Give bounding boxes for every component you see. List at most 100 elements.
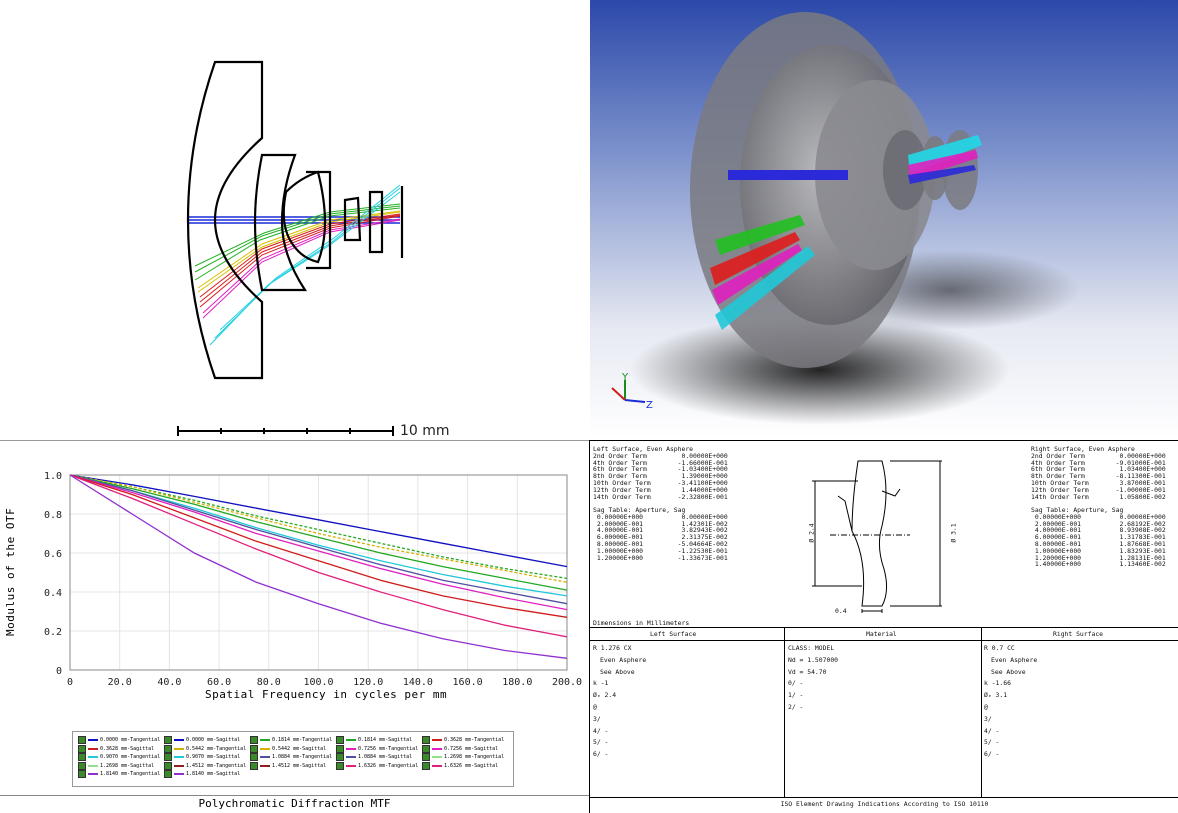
checkbox-icon[interactable] — [250, 736, 258, 744]
x-tick-label: 160.0 — [453, 677, 483, 688]
x-tick-label: 100.0 — [303, 677, 333, 688]
legend-item[interactable]: 1.0884 mm-Tangential — [250, 753, 332, 761]
legend-item[interactable]: 0.7256 mm-Sagittal — [422, 744, 498, 753]
ray-axial-3d — [728, 170, 848, 180]
checkbox-icon[interactable] — [422, 753, 430, 761]
iso-drawing-panel: Left Surface, Even Asphere 2nd Order Ter… — [589, 440, 1178, 813]
checkbox-icon[interactable] — [336, 761, 344, 770]
checkbox-icon[interactable] — [78, 736, 86, 744]
legend-item[interactable]: 1.6326 mm-Tangential — [336, 761, 419, 770]
checkbox-icon[interactable] — [78, 744, 86, 753]
legend-item[interactable]: 0.0000 mm-Tangential — [78, 736, 160, 744]
legend-swatch — [260, 756, 270, 758]
checkbox-icon[interactable] — [422, 744, 430, 753]
checkbox-icon[interactable] — [164, 753, 172, 761]
shaded-model-panel[interactable]: Y Z — [590, 0, 1178, 437]
col-right-surface: Right Surface — [1053, 630, 1104, 638]
y-tick-label: 0.4 — [44, 588, 62, 599]
y-tick-label: 1.0 — [44, 471, 62, 482]
spec-row: 0/ - — [788, 679, 804, 688]
spec-row: 4/ - — [984, 726, 1000, 735]
checkbox-icon[interactable] — [164, 761, 172, 770]
spec-row: @ — [984, 703, 988, 711]
legend-label: 0.0000 mm-Tangential — [100, 737, 161, 743]
spec-row: 1/ - — [788, 691, 804, 700]
checkbox-icon[interactable] — [78, 761, 86, 770]
legend-item[interactable]: 0.1814 mm-Sagittal — [336, 736, 412, 744]
spec-row: k -1 — [593, 679, 609, 688]
legend-item[interactable]: 0.5442 mm-Tangential — [164, 744, 247, 753]
legend-item[interactable]: 0.1814 mm-Tangential — [250, 736, 332, 744]
legend-item[interactable]: 1.8140 mm-Sagittal — [164, 770, 240, 778]
legend-swatch — [260, 747, 270, 750]
checkbox-icon[interactable] — [422, 761, 430, 770]
x-tick-label: 60.0 — [207, 677, 231, 688]
x-tick-label: 120.0 — [353, 677, 383, 688]
legend-item[interactable]: 0.3628 mm-Tangential — [422, 736, 504, 744]
legend-label: 0.9070 mm-Tangential — [100, 754, 161, 760]
spec-row: 3/ — [984, 714, 992, 723]
checkbox-icon[interactable] — [164, 736, 172, 744]
legend-item[interactable]: 0.5442 mm-Sagittal — [250, 744, 326, 753]
spec-row: k -1.66 — [984, 679, 1011, 688]
mtf-y-axis-label: Modulus of the OTF — [4, 507, 17, 636]
checkbox-icon[interactable] — [78, 753, 86, 761]
shaded-model-view[interactable]: Y Z — [590, 0, 1178, 437]
legend-item[interactable]: 1.6326 mm-Sagittal — [422, 761, 498, 770]
legend-item[interactable]: 0.9070 mm-Sagittal — [164, 753, 240, 761]
legend-label: 0.3628 mm-Sagittal — [100, 745, 155, 752]
spec-row: R 0.7 CC — [984, 644, 1015, 652]
legend-swatch — [432, 764, 442, 767]
thickness-label: 0.4 — [835, 607, 847, 615]
checkbox-icon[interactable] — [164, 744, 172, 753]
checkbox-icon[interactable] — [336, 744, 344, 753]
spec-row: See Above — [600, 667, 635, 676]
spec-row: 6/ - — [984, 750, 1000, 759]
legend-item[interactable]: 1.4512 mm-Sagittal — [250, 761, 327, 770]
legend-item[interactable]: 0.7256 mm-Tangential — [336, 744, 418, 753]
checkbox-icon[interactable] — [164, 770, 172, 778]
spec-row: 6/ - — [593, 750, 609, 759]
legend-swatch — [346, 764, 356, 767]
legend-label: 0.0000 mm-Sagittal — [186, 737, 241, 743]
spec-row: CLASS: MODEL — [788, 644, 835, 652]
mtf-legend: 0.0000 mm-Tangential 0.0000 mm-Sagittal 0.… — [72, 731, 514, 787]
legend-swatch — [432, 747, 442, 750]
checkbox-icon[interactable] — [336, 753, 344, 761]
legend-label: 0.1814 mm-Sagittal — [358, 737, 413, 743]
y-tick-label: 0.8 — [44, 510, 62, 521]
axis-y-label: Y — [621, 372, 629, 383]
legend-swatch — [88, 764, 98, 767]
y-tick-label: 0.6 — [44, 549, 62, 560]
legend-swatch — [346, 747, 356, 750]
spec-row: 5/ - — [593, 738, 609, 747]
checkbox-icon[interactable] — [250, 744, 258, 753]
legend-item[interactable]: 1.4512 mm-Tangential — [164, 761, 247, 770]
legend-label: 1.4512 mm-Sagittal — [272, 762, 327, 769]
checkbox-icon[interactable] — [250, 753, 258, 761]
x-tick-label: 200.0 — [552, 677, 582, 688]
legend-item[interactable]: 1.2698 mm-Tangential — [422, 753, 504, 761]
checkbox-icon[interactable] — [250, 761, 258, 770]
spec-row: Øₑ 2.4 — [593, 691, 617, 700]
legend-item[interactable]: 0.9070 mm-Tangential — [78, 753, 160, 761]
spec-row: R 1.276 CX — [593, 644, 632, 652]
legend-item[interactable]: 0.0000 mm-Sagittal — [164, 736, 240, 744]
legend-label: 0.5442 mm-Tangential — [186, 745, 247, 752]
y-tick-label: 0 — [56, 666, 62, 677]
checkbox-icon[interactable] — [336, 736, 344, 744]
legend-label: 0.1814 mm-Tangential — [272, 737, 333, 743]
checkbox-icon[interactable] — [422, 736, 430, 744]
checkbox-icon[interactable] — [78, 770, 86, 778]
legend-label: 1.6326 mm-Tangential — [358, 762, 419, 769]
spec-row: Even Asphere — [600, 655, 647, 664]
spec-row: 5/ - — [984, 738, 1000, 747]
axis-z-label: Z — [646, 400, 653, 411]
legend-label: 1.4512 mm-Tangential — [186, 762, 247, 769]
legend-item[interactable]: 1.0884 mm-Sagittal — [336, 753, 412, 761]
legend-swatch — [174, 756, 184, 758]
legend-item[interactable]: 1.2698 mm-Sagittal — [78, 761, 154, 770]
legend-item[interactable]: 0.3628 mm-Sagittal — [78, 744, 155, 753]
legend-item[interactable]: 1.8140 mm-Tangential — [78, 770, 160, 778]
legend-label: 0.9070 mm-Sagittal — [186, 754, 241, 760]
